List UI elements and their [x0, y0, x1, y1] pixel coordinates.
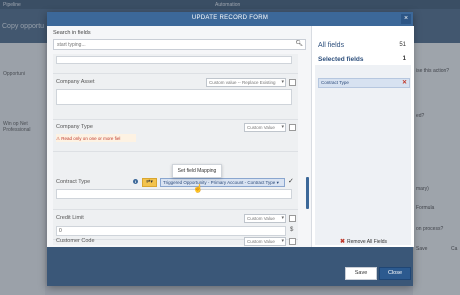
- save-button[interactable]: Save: [345, 267, 377, 280]
- selected-field-item[interactable]: Contract Type ✕: [318, 78, 410, 88]
- divider: [53, 73, 298, 74]
- remove-icon: ✖: [340, 239, 346, 245]
- check-icon[interactable]: ✓: [288, 177, 294, 185]
- value-type-select[interactable]: Custom value -- Replace Existing ▾: [206, 78, 286, 87]
- info-icon[interactable]: i: [133, 179, 138, 184]
- selected-fields-list: Contract Type ✕: [315, 65, 411, 245]
- divider: [53, 151, 298, 152]
- remove-all-fields-button[interactable]: ✖ Remove All Fields: [340, 238, 387, 245]
- remove-all-label: Remove All Fields: [347, 239, 388, 245]
- value-type-select[interactable]: Custom Value ▾: [244, 123, 286, 132]
- mapping-select[interactable]: Triggered Opportunity - Primary Account …: [160, 178, 285, 187]
- select-value: Custom Value: [247, 239, 275, 244]
- chevron-down-icon: ▾: [281, 215, 284, 221]
- field-input[interactable]: [56, 189, 292, 199]
- field-label: Credit Limit: [56, 215, 84, 221]
- warning-message: Read only on one or more fiel: [61, 136, 121, 141]
- close-button[interactable]: Close: [379, 267, 411, 280]
- field-label: Contract Type: [56, 179, 91, 185]
- credit-limit-input[interactable]: 0: [56, 226, 286, 236]
- fields-list[interactable]: Company Asset Custom value -- Replace Ex…: [53, 54, 298, 245]
- modal-title: UPDATE RECORD FORM: [191, 15, 269, 21]
- selected-fields-pane: All fields 51 Selected fields 1 Contract…: [311, 26, 414, 247]
- select-value: Custom value -- Replace Existing: [209, 80, 276, 85]
- close-icon[interactable]: ×: [401, 14, 411, 24]
- select-value: Custom Value: [247, 125, 275, 130]
- scrollbar[interactable]: [306, 177, 309, 209]
- modal-header: UPDATE RECORD FORM ×: [47, 12, 413, 26]
- search-label: Search in fields: [53, 30, 91, 36]
- warning-text: ⚠ Read only on one or more fiel: [56, 136, 121, 141]
- currency-symbol: $: [290, 227, 294, 233]
- select-value: Custom Value: [247, 216, 275, 221]
- field-input-partial[interactable]: [56, 56, 292, 64]
- field-label: Customer Code: [56, 238, 95, 244]
- selected-fields-label[interactable]: Selected fields: [318, 56, 364, 63]
- mapping-value: Triggered Opportunity - Primary Account …: [163, 180, 276, 185]
- field-checkbox[interactable]: [289, 124, 296, 131]
- set-field-mapping-button[interactable]: ⇌▾: [142, 178, 157, 187]
- selected-fields-count: 1: [402, 56, 406, 62]
- all-fields-count: 51: [399, 42, 406, 48]
- remove-icon[interactable]: ✕: [402, 79, 407, 87]
- update-record-modal: UPDATE RECORD FORM × Search in fields 🔍︎…: [47, 12, 414, 286]
- chevron-down-icon: ▾: [276, 180, 279, 185]
- field-label: Company Asset: [56, 79, 95, 85]
- mouse-cursor-icon: ☝: [193, 184, 203, 193]
- field-checkbox[interactable]: [289, 79, 296, 86]
- selected-field-label: Contract Type: [321, 80, 349, 85]
- value-type-select[interactable]: Custom Value ▾: [244, 214, 286, 223]
- divider: [53, 119, 298, 120]
- field-input[interactable]: [56, 89, 292, 105]
- search-input[interactable]: [54, 40, 287, 49]
- field-label: Company Type: [56, 124, 93, 130]
- search-box[interactable]: 🔍︎: [53, 39, 306, 50]
- chevron-down-icon: ▾: [281, 238, 284, 244]
- field-checkbox[interactable]: [289, 215, 296, 222]
- chevron-down-icon: ▾: [281, 79, 284, 85]
- divider: [53, 209, 298, 210]
- search-icon[interactable]: 🔍︎: [295, 40, 303, 47]
- all-fields-label[interactable]: All fields: [318, 42, 344, 49]
- chevron-down-icon: ▾: [281, 124, 284, 130]
- field-mapping-tooltip: Set field Mapping: [172, 164, 222, 178]
- value-type-select[interactable]: Custom Value ▾: [244, 237, 286, 246]
- field-checkbox[interactable]: [289, 238, 296, 245]
